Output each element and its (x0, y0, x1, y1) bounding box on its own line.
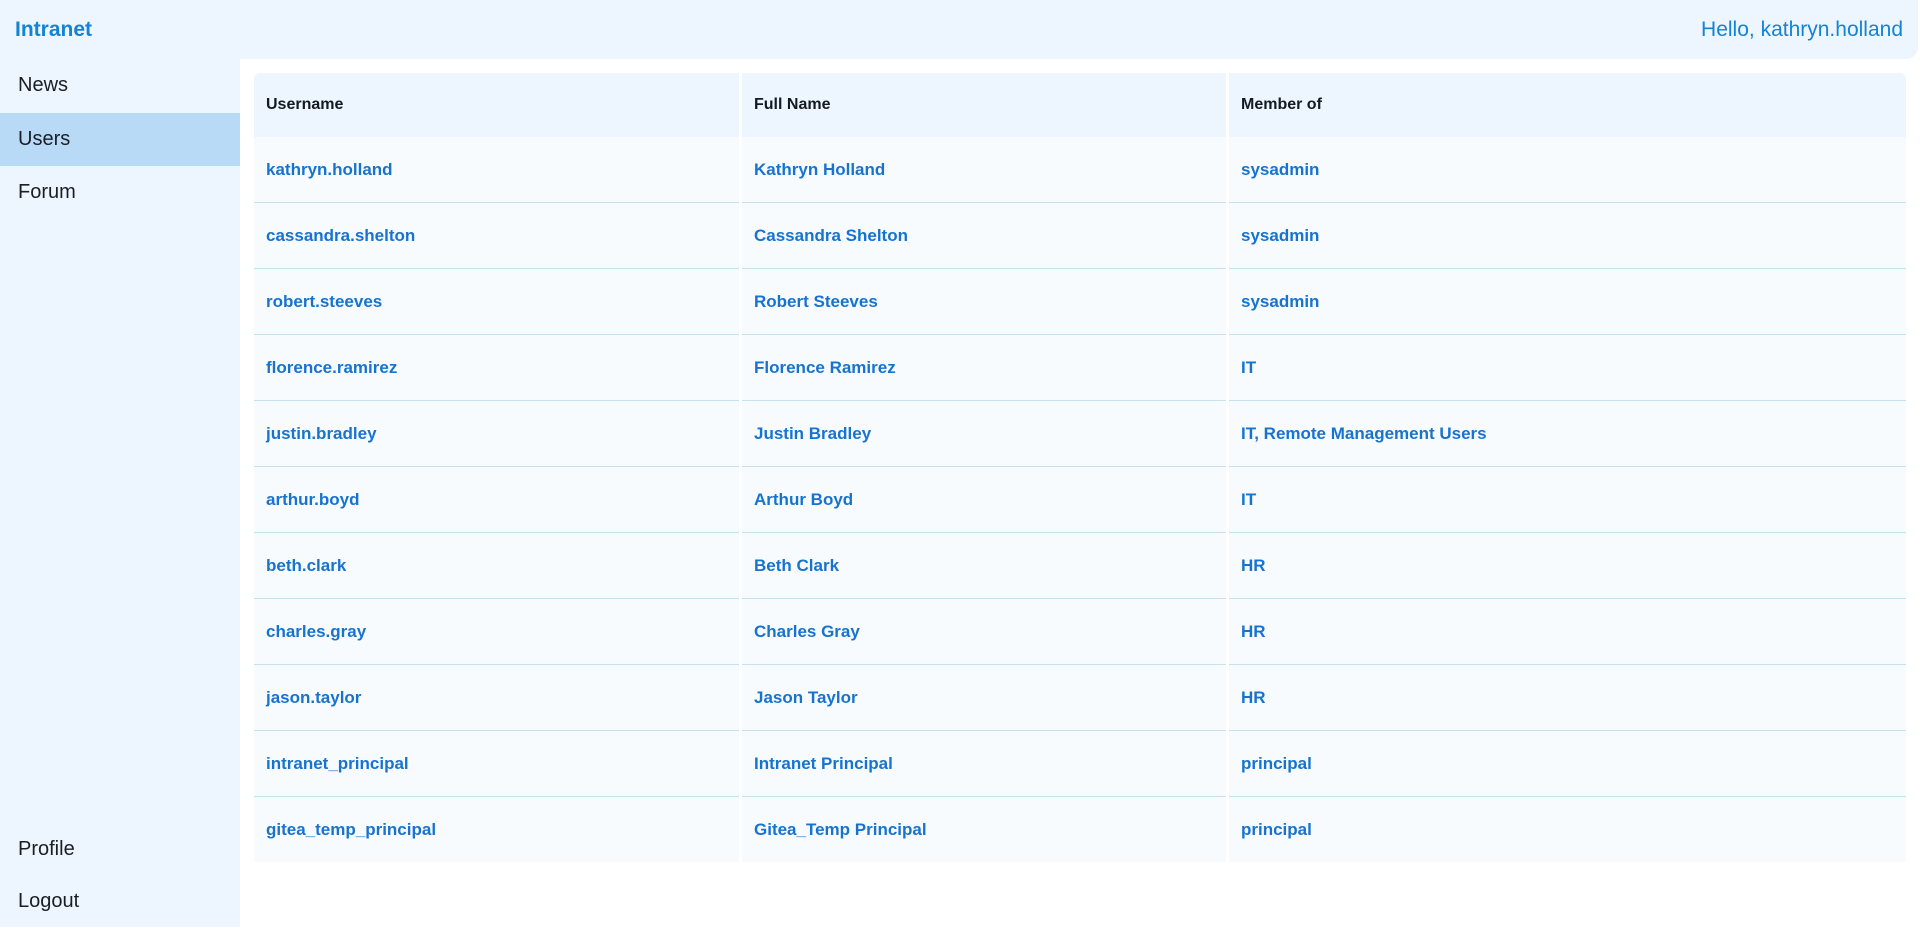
table-cell: Cassandra Shelton (742, 203, 1226, 269)
table-cell: arthur.boyd (254, 467, 739, 533)
table-cell: principal (1229, 731, 1906, 797)
table-row: cassandra.shelton Cassandra Shelton sysadm… (254, 203, 1906, 269)
member-of-link[interactable]: IT (1241, 490, 1256, 509)
sidebar-item-forum[interactable]: Forum (0, 166, 240, 219)
column-header-username: Username (254, 73, 739, 137)
table-cell: Intranet Principal (742, 731, 1226, 797)
table-row: intranet_principal Intranet Principal prin… (254, 731, 1906, 797)
table-cell: beth.clark (254, 533, 739, 599)
table-cell: Jason Taylor (742, 665, 1226, 731)
top-bar: Intranet Hello, kathryn.holland (0, 0, 1918, 59)
table-cell: intranet_principal (254, 731, 739, 797)
table-cell: florence.ramirez (254, 335, 739, 401)
table-cell: Justin Bradley (742, 401, 1226, 467)
full-name-link[interactable]: Jason Taylor (754, 688, 858, 707)
sidebar-item-users[interactable]: Users (0, 113, 240, 166)
username-link[interactable]: florence.ramirez (266, 358, 397, 377)
username-link[interactable]: intranet_principal (266, 754, 409, 773)
full-name-link[interactable]: Florence Ramirez (754, 358, 896, 377)
table-cell: HR (1229, 665, 1906, 731)
member-of-link[interactable]: principal (1241, 820, 1312, 839)
member-of-link[interactable]: HR (1241, 622, 1266, 641)
table-row: charles.gray Charles Gray HR (254, 599, 1906, 665)
full-name-link[interactable]: Beth Clark (754, 556, 839, 575)
username-link[interactable]: cassandra.shelton (266, 226, 415, 245)
full-name-link[interactable]: Kathryn Holland (754, 160, 885, 179)
full-name-link[interactable]: Cassandra Shelton (754, 226, 908, 245)
sidebar-item-news[interactable]: News (0, 59, 240, 112)
table-cell: Florence Ramirez (742, 335, 1226, 401)
table-cell: kathryn.holland (254, 137, 739, 203)
table-cell: IT (1229, 335, 1906, 401)
user-greeting: Hello, kathryn.holland (1701, 18, 1903, 41)
sidebar-item-logout[interactable]: Logout (0, 875, 240, 928)
table-row: arthur.boyd Arthur Boyd IT (254, 467, 1906, 533)
member-of-link[interactable]: HR (1241, 688, 1266, 707)
table-cell: Charles Gray (742, 599, 1226, 665)
table-row: jason.taylor Jason Taylor HR (254, 665, 1906, 731)
column-header-member-of: Member of (1229, 73, 1906, 137)
users-table: Username Full Name Member of kathryn.hol… (251, 73, 1909, 862)
table-cell: cassandra.shelton (254, 203, 739, 269)
table-cell: gitea_temp_principal (254, 797, 739, 862)
sidebar: News Users Forum Profile Logout (0, 59, 240, 927)
full-name-link[interactable]: Charles Gray (754, 622, 860, 641)
table-cell: Beth Clark (742, 533, 1226, 599)
username-link[interactable]: kathryn.holland (266, 160, 393, 179)
table-cell: sysadmin (1229, 269, 1906, 335)
full-name-link[interactable]: Intranet Principal (754, 754, 893, 773)
table-cell: jason.taylor (254, 665, 739, 731)
member-of-link[interactable]: HR (1241, 556, 1266, 575)
member-of-link[interactable]: principal (1241, 754, 1312, 773)
sidebar-item-profile[interactable]: Profile (0, 823, 240, 876)
table-row: beth.clark Beth Clark HR (254, 533, 1906, 599)
table-cell: Gitea_Temp Principal (742, 797, 1226, 862)
table-cell: HR (1229, 599, 1906, 665)
full-name-link[interactable]: Arthur Boyd (754, 490, 853, 509)
table-cell: principal (1229, 797, 1906, 862)
table-cell: sysadmin (1229, 203, 1906, 269)
username-link[interactable]: arthur.boyd (266, 490, 360, 509)
full-name-link[interactable]: Justin Bradley (754, 424, 871, 443)
table-cell: HR (1229, 533, 1906, 599)
table-row: justin.bradley Justin Bradley IT, Remote M… (254, 401, 1906, 467)
full-name-link[interactable]: Gitea_Temp Principal (754, 820, 927, 839)
table-cell: IT, Remote Management Users (1229, 401, 1906, 467)
member-of-link[interactable]: IT (1241, 358, 1256, 377)
member-of-link[interactable]: sysadmin (1241, 160, 1319, 179)
table-row: florence.ramirez Florence Ramirez IT (254, 335, 1906, 401)
brand-link[interactable]: Intranet (15, 18, 92, 42)
username-link[interactable]: justin.bradley (266, 424, 377, 443)
table-cell: sysadmin (1229, 137, 1906, 203)
table-cell: Kathryn Holland (742, 137, 1226, 203)
username-link[interactable]: charles.gray (266, 622, 366, 641)
main-content: Username Full Name Member of kathryn.hol… (254, 73, 1906, 862)
table-row: robert.steeves Robert Steeves sysadmin (254, 269, 1906, 335)
member-of-link[interactable]: sysadmin (1241, 292, 1319, 311)
full-name-link[interactable]: Robert Steeves (754, 292, 878, 311)
table-row: gitea_temp_principal Gitea_Temp Principal… (254, 797, 1906, 862)
table-cell: Robert Steeves (742, 269, 1226, 335)
table-cell: robert.steeves (254, 269, 739, 335)
column-header-full-name: Full Name (742, 73, 1226, 137)
username-link[interactable]: gitea_temp_principal (266, 820, 436, 839)
table-cell: IT (1229, 467, 1906, 533)
username-link[interactable]: robert.steeves (266, 292, 382, 311)
table-cell: charles.gray (254, 599, 739, 665)
table-header-row: Username Full Name Member of (254, 73, 1906, 137)
username-link[interactable]: beth.clark (266, 556, 346, 575)
table-row: kathryn.holland Kathryn Holland sysadmin (254, 137, 1906, 203)
member-of-link[interactable]: IT, Remote Management Users (1241, 424, 1487, 443)
users-table-body: kathryn.holland Kathryn Holland sysadmin ca… (254, 137, 1906, 862)
table-cell: justin.bradley (254, 401, 739, 467)
username-link[interactable]: jason.taylor (266, 688, 361, 707)
member-of-link[interactable]: sysadmin (1241, 226, 1319, 245)
table-cell: Arthur Boyd (742, 467, 1226, 533)
